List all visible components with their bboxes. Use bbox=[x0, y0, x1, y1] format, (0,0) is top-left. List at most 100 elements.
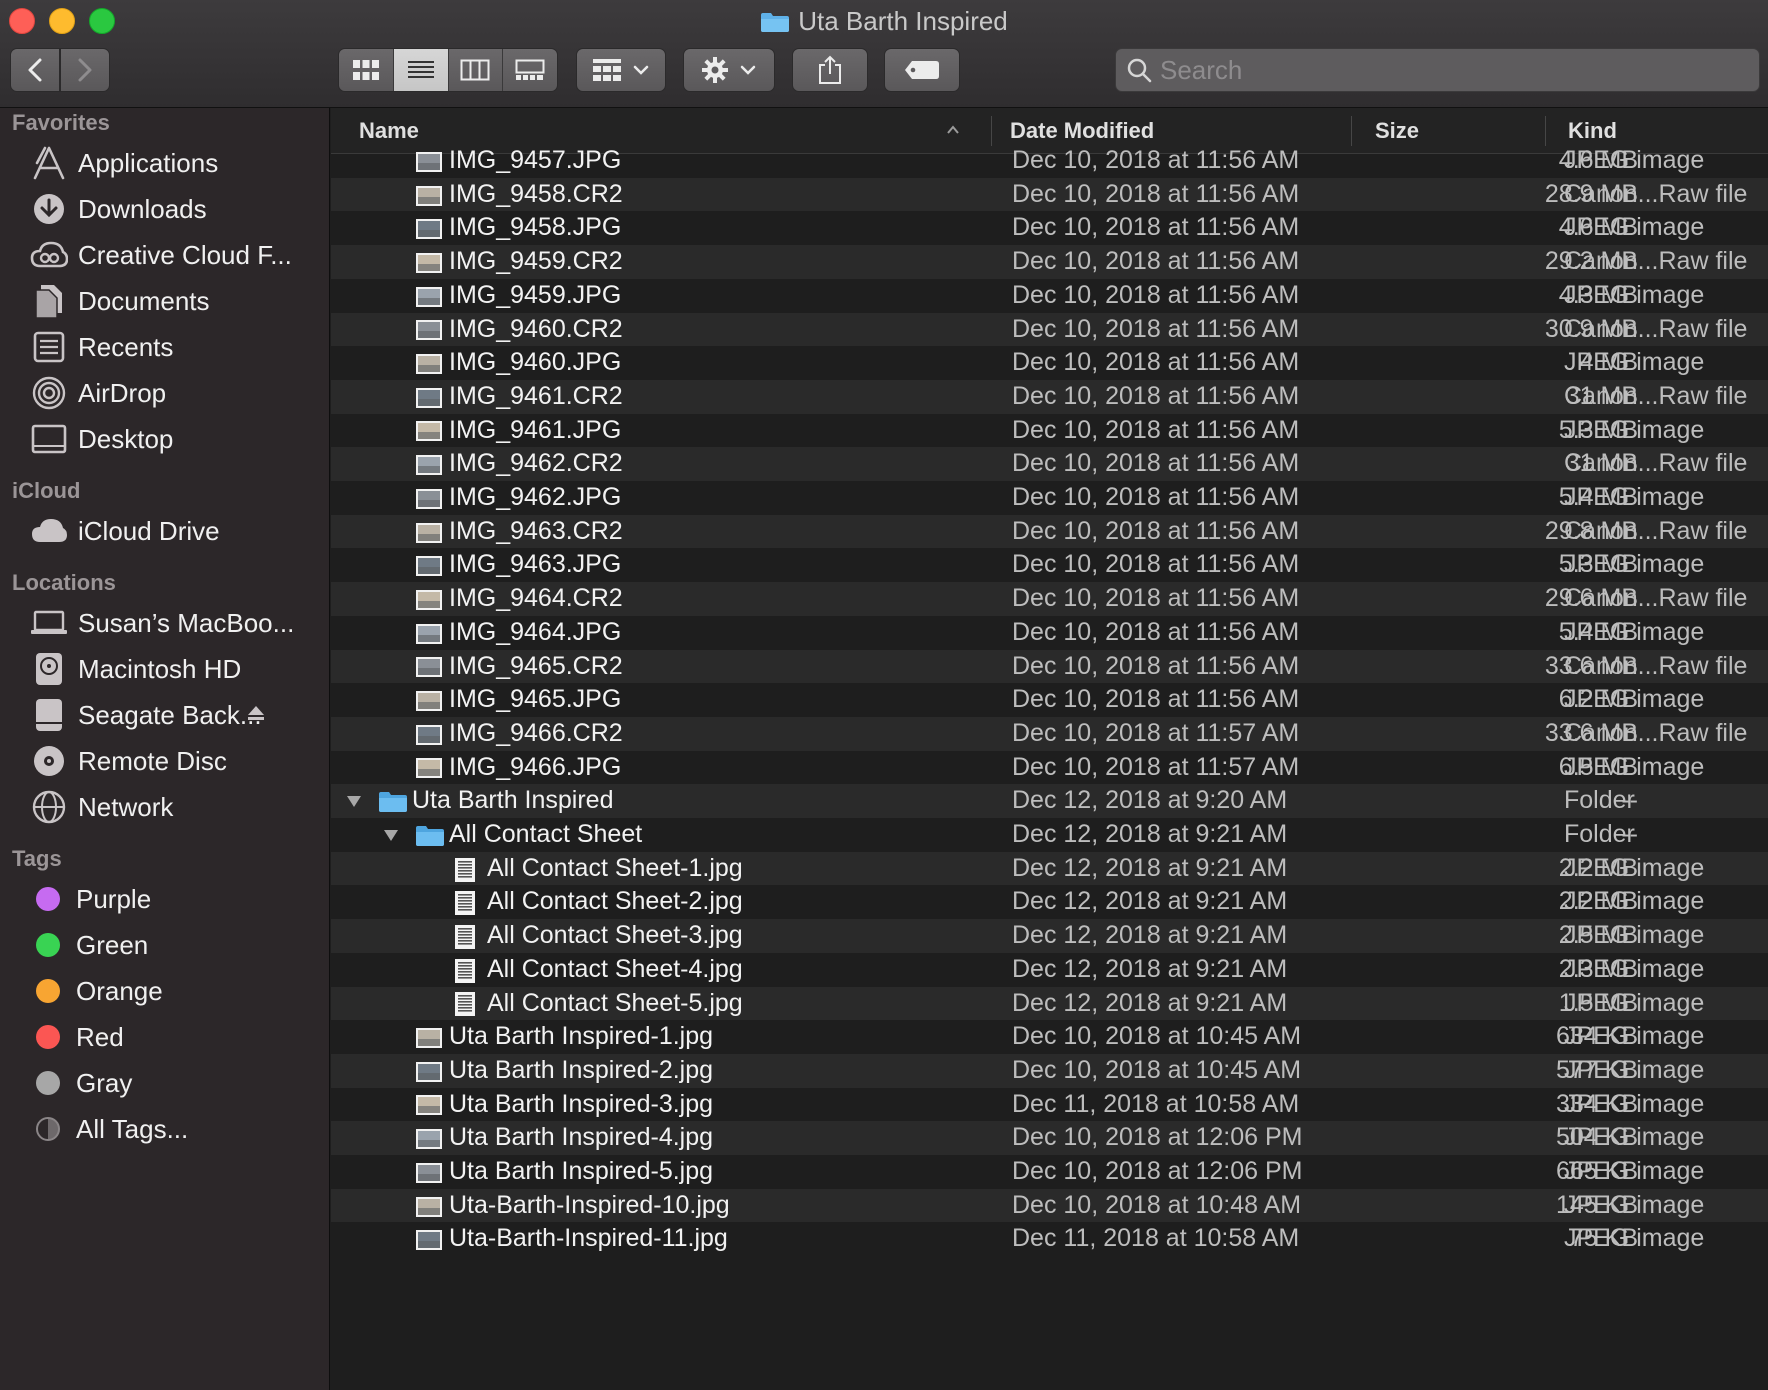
photo-icon bbox=[415, 452, 443, 476]
sidebar-tag-item[interactable]: All Tags... bbox=[0, 1106, 329, 1152]
file-kind: JPEG image bbox=[1564, 1089, 1705, 1118]
file-row[interactable]: IMG_9465.JPG Dec 10, 2018 at 11:56 AM 6.2 … bbox=[331, 683, 1768, 717]
photo-icon bbox=[415, 1092, 443, 1116]
sidebar-tag-item[interactable]: Orange bbox=[0, 968, 329, 1014]
file-row[interactable]: Uta Barth Inspired-1.jpg Dec 10, 2018 at … bbox=[331, 1020, 1768, 1054]
file-row[interactable]: All Contact Sheet-5.jpg Dec 12, 2018 at 9… bbox=[331, 986, 1768, 1021]
file-row[interactable]: Uta Barth Inspired-3.jpg Dec 11, 2018 at … bbox=[331, 1088, 1768, 1122]
eject-icon[interactable] bbox=[246, 703, 266, 728]
folder-row[interactable]: All Contact Sheet Dec 12, 2018 at 9:21 AM… bbox=[331, 818, 1768, 852]
file-row[interactable]: Uta-Barth-Inspired-10.jpg Dec 10, 2018 at… bbox=[331, 1188, 1768, 1223]
hard-drive-icon bbox=[28, 649, 70, 689]
file-row[interactable]: Uta Barth Inspired-5.jpg Dec 10, 2018 at … bbox=[331, 1155, 1768, 1189]
file-row[interactable]: All Contact Sheet-1.jpg Dec 12, 2018 at 9… bbox=[331, 851, 1768, 886]
file-row[interactable]: Uta Barth Inspired-2.jpg Dec 10, 2018 at … bbox=[331, 1053, 1768, 1088]
tag-button[interactable] bbox=[884, 48, 960, 92]
sidebar-item[interactable]: Macintosh HD bbox=[0, 646, 329, 692]
file-row[interactable]: IMG_9459.CR2 Dec 10, 2018 at 11:56 AM 29.2… bbox=[331, 245, 1768, 279]
group-by-button[interactable] bbox=[576, 48, 666, 92]
photo-icon bbox=[415, 216, 443, 240]
date-modified: Dec 10, 2018 at 10:45 AM bbox=[1012, 1055, 1302, 1084]
share-button[interactable] bbox=[792, 48, 868, 92]
column-separator[interactable] bbox=[991, 116, 992, 146]
file-row[interactable]: IMG_9463.JPG Dec 10, 2018 at 11:56 AM 5.3 … bbox=[331, 548, 1768, 582]
applications-icon bbox=[28, 143, 70, 183]
file-row[interactable]: IMG_9464.CR2 Dec 10, 2018 at 11:56 AM 29.6… bbox=[331, 582, 1768, 616]
file-row[interactable]: Uta Barth Inspired-4.jpg Dec 10, 2018 at … bbox=[331, 1121, 1768, 1155]
column-separator[interactable] bbox=[1351, 116, 1352, 146]
sidebar-tag-item[interactable]: Red bbox=[0, 1014, 329, 1060]
file-row[interactable]: IMG_9461.JPG Dec 10, 2018 at 11:56 AM 5.3 … bbox=[331, 414, 1768, 448]
file-name: IMG_9463.JPG bbox=[449, 550, 622, 579]
date-modified: Dec 10, 2018 at 11:56 AM bbox=[1012, 584, 1300, 613]
file-row[interactable]: IMG_9457.JPG Dec 10, 2018 at 11:56 AM 4.6 … bbox=[331, 144, 1768, 178]
gallery-view-button[interactable] bbox=[503, 49, 557, 91]
icon-view-button[interactable] bbox=[339, 49, 394, 91]
file-row[interactable]: IMG_9462.CR2 Dec 10, 2018 at 11:56 AM 31 M… bbox=[331, 447, 1768, 481]
file-row[interactable]: IMG_9459.JPG Dec 10, 2018 at 11:56 AM 4.3 … bbox=[331, 279, 1768, 313]
column-separator[interactable] bbox=[1545, 116, 1546, 146]
tag-label: All Tags... bbox=[76, 1113, 189, 1144]
date-modified: Dec 12, 2018 at 9:21 AM bbox=[1012, 820, 1288, 848]
file-name: Uta Barth Inspired-3.jpg bbox=[449, 1089, 714, 1118]
sidebar-tag-item[interactable]: Purple bbox=[0, 876, 329, 922]
search-field[interactable] bbox=[1115, 48, 1760, 92]
file-kind: JPEG image bbox=[1564, 1123, 1705, 1152]
sidebar-item[interactable]: Applications bbox=[0, 140, 329, 186]
sidebar-item[interactable]: Network bbox=[0, 784, 329, 830]
file-row[interactable]: IMG_9458.CR2 Dec 10, 2018 at 11:56 AM 28.9… bbox=[331, 177, 1768, 212]
file-name: Uta Barth Inspired-5.jpg bbox=[449, 1157, 714, 1185]
file-row[interactable]: IMG_9458.JPG Dec 10, 2018 at 11:56 AM 4.6 … bbox=[331, 211, 1768, 245]
sidebar-tag-item[interactable]: Green bbox=[0, 922, 329, 968]
file-name: All Contact Sheet-2.jpg bbox=[487, 887, 743, 916]
sidebar-section-header: iCloud bbox=[12, 478, 81, 503]
sidebar-item-label: Recents bbox=[78, 331, 174, 362]
file-row[interactable]: IMG_9464.JPG Dec 10, 2018 at 11:56 AM 5.4 … bbox=[331, 616, 1768, 650]
date-modified: Dec 10, 2018 at 11:56 AM bbox=[1012, 146, 1300, 174]
file-row[interactable]: All Contact Sheet-3.jpg Dec 12, 2018 at 9… bbox=[331, 919, 1768, 953]
sidebar-item[interactable]: Remote Disc bbox=[0, 738, 329, 784]
back-button[interactable] bbox=[10, 48, 60, 92]
sidebar-item[interactable]: Documents bbox=[0, 278, 329, 324]
date-modified: Dec 10, 2018 at 11:56 AM bbox=[1012, 381, 1300, 410]
photo-icon bbox=[415, 1059, 443, 1083]
file-row[interactable]: All Contact Sheet-2.jpg Dec 12, 2018 at 9… bbox=[331, 885, 1768, 919]
date-modified: Dec 10, 2018 at 12:06 PM bbox=[1012, 1157, 1303, 1185]
sidebar-item[interactable]: AirDrop bbox=[0, 370, 329, 416]
photo-icon bbox=[415, 351, 443, 375]
file-row[interactable]: IMG_9460.CR2 Dec 10, 2018 at 11:56 AM 30.9… bbox=[331, 312, 1768, 347]
sidebar-item[interactable]: Susan’s MacBoo... bbox=[0, 600, 329, 646]
file-row[interactable]: IMG_9466.CR2 Dec 10, 2018 at 11:57 AM 33.6… bbox=[331, 716, 1768, 751]
column-view-button[interactable] bbox=[448, 49, 504, 91]
date-modified: Dec 12, 2018 at 9:21 AM bbox=[1012, 954, 1288, 983]
action-menu-button[interactable] bbox=[683, 48, 775, 92]
sidebar-item[interactable]: Creative Cloud F... bbox=[0, 232, 329, 278]
group-grid-icon bbox=[593, 59, 621, 81]
file-row[interactable]: IMG_9462.JPG Dec 10, 2018 at 11:56 AM 5.4 … bbox=[331, 481, 1768, 515]
file-row[interactable]: IMG_9460.JPG Dec 10, 2018 at 11:56 AM 4 MB… bbox=[331, 346, 1768, 380]
file-kind: Canon...Raw file bbox=[1564, 314, 1748, 343]
folder-row[interactable]: Uta Barth Inspired Dec 12, 2018 at 9:20 A… bbox=[331, 784, 1768, 818]
sidebar-item[interactable]: Desktop bbox=[0, 416, 329, 462]
sidebar-item[interactable]: Recents bbox=[0, 324, 329, 370]
file-row[interactable]: All Contact Sheet-4.jpg Dec 12, 2018 at 9… bbox=[331, 953, 1768, 987]
file-kind: JPEG image bbox=[1564, 280, 1705, 309]
date-modified: Dec 10, 2018 at 11:56 AM bbox=[1012, 213, 1300, 242]
sidebar-item[interactable]: Downloads bbox=[0, 186, 329, 232]
file-row[interactable]: IMG_9461.CR2 Dec 10, 2018 at 11:56 AM 31 M… bbox=[331, 379, 1768, 414]
file-row[interactable]: IMG_9463.CR2 Dec 10, 2018 at 11:56 AM 29.8… bbox=[331, 514, 1768, 549]
sidebar-item[interactable]: iCloud Drive bbox=[0, 508, 329, 554]
disclosure-triangle-icon[interactable] bbox=[346, 786, 362, 820]
finder-window: Uta Barth Inspired Search Favorites Appl… bbox=[0, 0, 1768, 1390]
list-view-button[interactable] bbox=[393, 49, 449, 91]
file-row[interactable]: IMG_9466.JPG Dec 10, 2018 at 11:57 AM 6.5 … bbox=[331, 751, 1768, 785]
sidebar-item[interactable]: Seagate Back... bbox=[0, 692, 329, 738]
file-row[interactable]: IMG_9465.CR2 Dec 10, 2018 at 11:56 AM 33.6… bbox=[331, 649, 1768, 684]
date-modified: Dec 12, 2018 at 9:21 AM bbox=[1012, 853, 1288, 882]
sidebar-tag-item[interactable]: Gray bbox=[0, 1060, 329, 1106]
search-input[interactable] bbox=[1160, 54, 1720, 86]
forward-button[interactable] bbox=[60, 48, 110, 92]
file-row[interactable]: Uta-Barth-Inspired-11.jpg Dec 11, 2018 at… bbox=[331, 1222, 1768, 1256]
disclosure-triangle-icon[interactable] bbox=[383, 820, 399, 854]
file-name: Uta Barth Inspired-4.jpg bbox=[449, 1123, 714, 1152]
